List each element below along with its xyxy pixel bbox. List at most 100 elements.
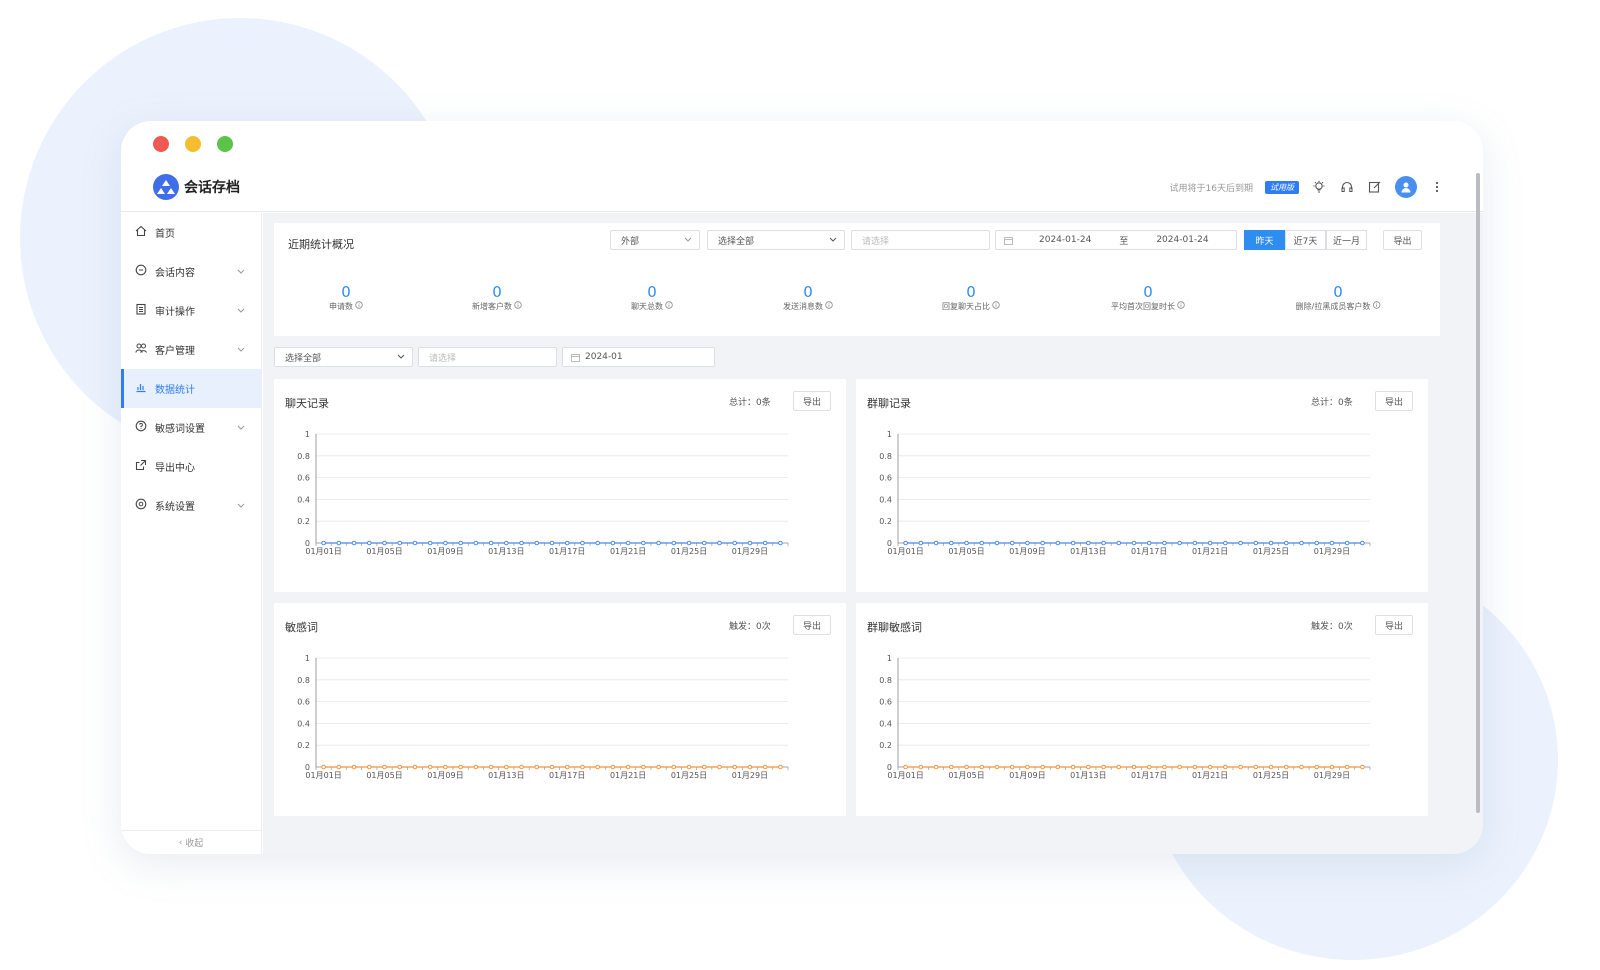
data-point[interactable] bbox=[1314, 764, 1320, 770]
data-point[interactable] bbox=[778, 764, 783, 770]
data-point[interactable] bbox=[336, 764, 342, 770]
data-point[interactable] bbox=[625, 764, 631, 770]
info-icon[interactable] bbox=[1372, 301, 1381, 311]
data-point[interactable] bbox=[321, 764, 326, 770]
data-point[interactable] bbox=[443, 764, 448, 770]
data-point[interactable] bbox=[994, 764, 1000, 770]
data-point[interactable] bbox=[595, 764, 600, 770]
data-point[interactable] bbox=[1314, 540, 1320, 546]
data-point[interactable] bbox=[1223, 540, 1228, 546]
sidebar-item-7[interactable]: 系统设置 bbox=[121, 486, 261, 525]
sidebar-item-2[interactable]: 审计操作 bbox=[121, 291, 261, 330]
data-point[interactable] bbox=[1299, 764, 1304, 770]
data-point[interactable] bbox=[534, 764, 540, 770]
data-point[interactable] bbox=[1025, 540, 1030, 546]
info-icon[interactable] bbox=[514, 301, 522, 311]
data-point[interactable] bbox=[1177, 764, 1182, 770]
data-point[interactable] bbox=[933, 540, 939, 546]
data-point[interactable] bbox=[427, 764, 433, 770]
data-point[interactable] bbox=[610, 540, 616, 546]
data-point[interactable] bbox=[412, 540, 418, 546]
data-point[interactable] bbox=[671, 764, 677, 770]
data-point[interactable] bbox=[762, 540, 768, 546]
data-point[interactable] bbox=[1131, 764, 1137, 770]
data-point[interactable] bbox=[504, 764, 509, 770]
data-point[interactable] bbox=[473, 764, 479, 770]
headset-icon[interactable] bbox=[1339, 179, 1355, 195]
info-icon[interactable] bbox=[992, 301, 1000, 311]
more-icon[interactable] bbox=[1429, 179, 1445, 195]
data-point[interactable] bbox=[964, 540, 969, 546]
data-point[interactable] bbox=[549, 764, 555, 770]
data-point[interactable] bbox=[1025, 764, 1030, 770]
data-point[interactable] bbox=[994, 540, 1000, 546]
data-point[interactable] bbox=[397, 540, 403, 546]
data-point[interactable] bbox=[686, 540, 692, 546]
data-point[interactable] bbox=[1329, 764, 1335, 770]
data-point[interactable] bbox=[1238, 764, 1243, 770]
data-point[interactable] bbox=[1177, 540, 1182, 546]
data-point[interactable] bbox=[918, 764, 924, 770]
data-point[interactable] bbox=[671, 540, 677, 546]
data-point[interactable] bbox=[519, 540, 524, 546]
data-point[interactable] bbox=[1253, 764, 1259, 770]
data-point[interactable] bbox=[488, 764, 494, 770]
data-point[interactable] bbox=[1253, 540, 1259, 546]
collapse-sidebar-button[interactable]: ‹ 收起 bbox=[121, 830, 261, 854]
data-point[interactable] bbox=[397, 764, 403, 770]
data-point[interactable] bbox=[948, 540, 954, 546]
month-picker[interactable]: 2024-01 bbox=[562, 347, 715, 367]
data-point[interactable] bbox=[1329, 540, 1335, 546]
data-point[interactable] bbox=[1009, 540, 1015, 546]
data-point[interactable] bbox=[549, 540, 555, 546]
data-point[interactable] bbox=[1223, 764, 1228, 770]
data-point[interactable] bbox=[534, 540, 540, 546]
chart-scope-select[interactable]: 选择全部 bbox=[274, 347, 413, 367]
data-point[interactable] bbox=[1070, 764, 1076, 770]
info-icon[interactable] bbox=[355, 301, 363, 311]
data-point[interactable] bbox=[933, 764, 939, 770]
data-point[interactable] bbox=[747, 764, 753, 770]
range-option-2[interactable]: 近一月 bbox=[1326, 230, 1367, 250]
data-point[interactable] bbox=[948, 764, 954, 770]
data-point[interactable] bbox=[717, 540, 722, 546]
data-point[interactable] bbox=[1146, 540, 1152, 546]
data-point[interactable] bbox=[351, 764, 357, 770]
data-point[interactable] bbox=[717, 764, 722, 770]
data-point[interactable] bbox=[1162, 540, 1167, 546]
data-point[interactable] bbox=[580, 764, 585, 770]
data-point[interactable] bbox=[979, 540, 985, 546]
data-point[interactable] bbox=[366, 540, 372, 546]
data-point[interactable] bbox=[918, 540, 924, 546]
data-point[interactable] bbox=[1238, 540, 1243, 546]
data-point[interactable] bbox=[1268, 540, 1274, 546]
sidebar-item-1[interactable]: 会话内容 bbox=[121, 252, 261, 291]
data-point[interactable] bbox=[1162, 764, 1167, 770]
sidebar-item-0[interactable]: 首页 bbox=[121, 213, 261, 252]
data-point[interactable] bbox=[1055, 764, 1061, 770]
data-point[interactable] bbox=[1070, 540, 1076, 546]
data-point[interactable] bbox=[519, 764, 524, 770]
sidebar-item-6[interactable]: 导出中心 bbox=[121, 447, 261, 486]
data-point[interactable] bbox=[610, 764, 616, 770]
data-point[interactable] bbox=[641, 764, 646, 770]
data-point[interactable] bbox=[382, 764, 387, 770]
data-point[interactable] bbox=[686, 764, 692, 770]
data-point[interactable] bbox=[321, 540, 326, 546]
type-select[interactable]: 外部 bbox=[610, 230, 700, 250]
data-point[interactable] bbox=[1192, 764, 1198, 770]
data-point[interactable] bbox=[564, 540, 570, 546]
data-point[interactable] bbox=[1344, 540, 1350, 546]
data-point[interactable] bbox=[625, 540, 631, 546]
minimize-window-button[interactable] bbox=[185, 136, 201, 152]
data-point[interactable] bbox=[1101, 764, 1106, 770]
data-point[interactable] bbox=[778, 540, 783, 546]
app-logo[interactable]: 会话存档 bbox=[153, 174, 240, 200]
data-point[interactable] bbox=[504, 540, 509, 546]
data-point[interactable] bbox=[1040, 764, 1045, 770]
data-point[interactable] bbox=[732, 764, 738, 770]
data-point[interactable] bbox=[1283, 540, 1289, 546]
data-point[interactable] bbox=[1116, 764, 1122, 770]
data-point[interactable] bbox=[488, 540, 494, 546]
data-point[interactable] bbox=[1192, 540, 1198, 546]
